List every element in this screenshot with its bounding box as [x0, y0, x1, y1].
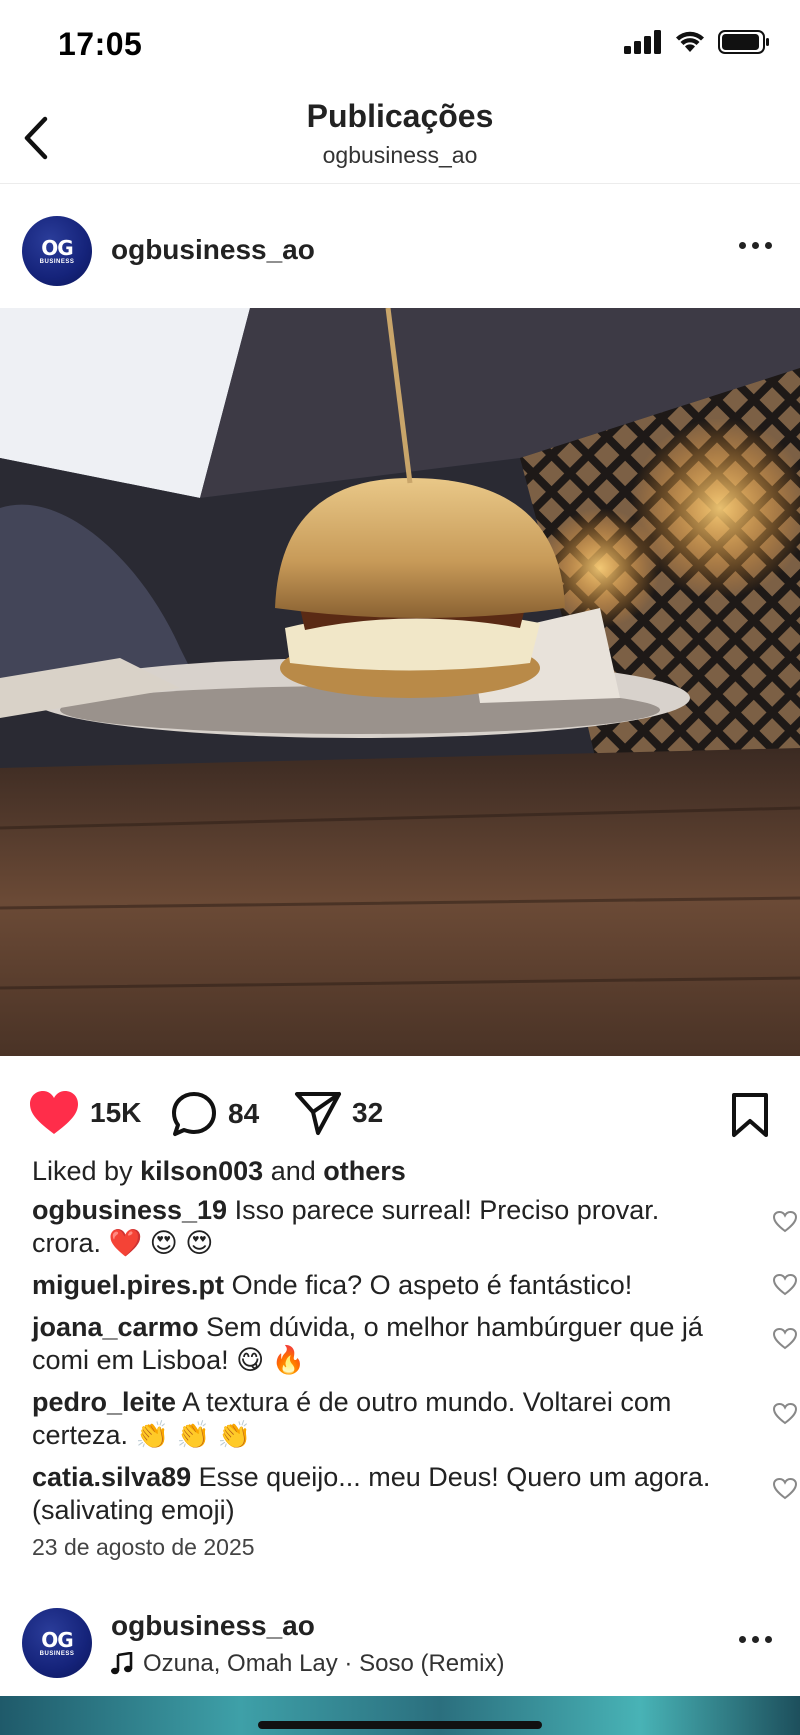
heart-filled-icon[interactable]: [28, 1090, 80, 1136]
next-post-header: OG BUSINESS ogbusiness_ao Ozuna, Omah La…: [0, 1606, 800, 1686]
burger-photo: [0, 308, 800, 1056]
status-bar: 17:05: [0, 0, 800, 92]
comment-action: 84: [170, 1090, 259, 1138]
share-action: 32: [294, 1090, 383, 1136]
status-icons: [624, 30, 770, 54]
liked-by-user[interactable]: kilson003: [140, 1156, 263, 1186]
post-image[interactable]: [0, 308, 800, 1056]
comment: catia.silva89 Esse queijo... meu Deus! Q…: [32, 1461, 798, 1527]
post-date: 23 de agosto de 2025: [32, 1534, 255, 1560]
comments-count: 84: [228, 1098, 260, 1129]
home-indicator[interactable]: [258, 1721, 542, 1729]
post-header: OG BUSINESS ogbusiness_ao: [0, 216, 800, 288]
next-post-music[interactable]: Ozuna, Omah Lay · Soso (Remix): [111, 1650, 504, 1678]
avatar-logo-subtext: BUSINESS: [39, 1650, 75, 1657]
avatar-logo-subtext: BUSINESS: [39, 258, 75, 265]
more-dot-icon: [739, 1636, 746, 1643]
comment-text: Onde fica? O aspeto é fantástico!: [231, 1270, 633, 1300]
comment: joana_carmo Sem dúvida, o melhor hambúrg…: [32, 1311, 798, 1377]
save-button[interactable]: [730, 1092, 770, 1143]
more-options-button[interactable]: [739, 1636, 772, 1643]
comment: ogbusiness_19 Isso parece surreal! Preci…: [32, 1194, 798, 1260]
comment-icon[interactable]: [170, 1090, 218, 1138]
more-dot-icon: [765, 1636, 772, 1643]
page-title: Publicações: [306, 98, 494, 134]
bookmark-icon: [732, 1093, 768, 1137]
comment-username[interactable]: joana_carmo: [32, 1312, 199, 1342]
next-post-username[interactable]: ogbusiness_ao: [111, 1610, 315, 1642]
music-note-icon: [111, 1652, 133, 1675]
navigation-header: Publicações ogbusiness_ao: [0, 92, 800, 184]
comment: miguel.pires.pt Onde fica? O aspeto é fa…: [32, 1269, 798, 1302]
wifi-icon: [676, 31, 704, 52]
comment-username[interactable]: catia.silva89: [32, 1462, 191, 1492]
signal-icon: [624, 30, 661, 54]
comment-like-icon[interactable]: [772, 1327, 798, 1351]
more-options-button[interactable]: [739, 242, 772, 249]
more-dot-icon: [752, 242, 759, 249]
more-dot-icon: [752, 1636, 759, 1643]
next-post-music-text: Ozuna, Omah Lay · Soso (Remix): [143, 1650, 505, 1677]
comment: pedro_leite A textura é de outro mundo. …: [32, 1386, 798, 1452]
avatar[interactable]: OG BUSINESS: [22, 1608, 92, 1678]
post-username[interactable]: ogbusiness_ao: [111, 234, 315, 266]
likes-count: 15K: [90, 1097, 142, 1128]
liked-by: Liked by kilson003 and others: [32, 1156, 406, 1187]
comment-like-icon[interactable]: [772, 1210, 798, 1234]
more-dot-icon: [739, 242, 746, 249]
comment-username[interactable]: miguel.pires.pt: [32, 1270, 224, 1300]
avatar-logo-text: OG: [41, 235, 73, 260]
comment-like-icon[interactable]: [772, 1402, 798, 1426]
comment-username[interactable]: ogbusiness_19: [32, 1195, 227, 1225]
avatar-logo-text: OG: [41, 1627, 73, 1652]
avatar[interactable]: OG BUSINESS: [22, 216, 92, 286]
liked-by-and: and: [270, 1156, 316, 1186]
liked-by-prefix: Liked by: [32, 1156, 133, 1186]
like-action: 15K: [28, 1090, 141, 1136]
comment-like-icon[interactable]: [772, 1477, 798, 1501]
shares-count: 32: [352, 1097, 384, 1128]
send-icon[interactable]: [294, 1090, 342, 1136]
post-actions: 15K 84 32: [0, 1082, 800, 1142]
liked-by-others[interactable]: others: [323, 1156, 406, 1186]
page-subtitle: ogbusiness_ao: [322, 142, 478, 168]
battery-icon: [718, 30, 769, 54]
comments-list: ogbusiness_19 Isso parece surreal! Preci…: [32, 1194, 798, 1536]
comment-like-icon[interactable]: [772, 1273, 798, 1297]
comment-username[interactable]: pedro_leite: [32, 1387, 176, 1417]
next-post-image[interactable]: [0, 1696, 800, 1735]
status-time: 17:05: [58, 26, 143, 62]
more-dot-icon: [765, 242, 772, 249]
